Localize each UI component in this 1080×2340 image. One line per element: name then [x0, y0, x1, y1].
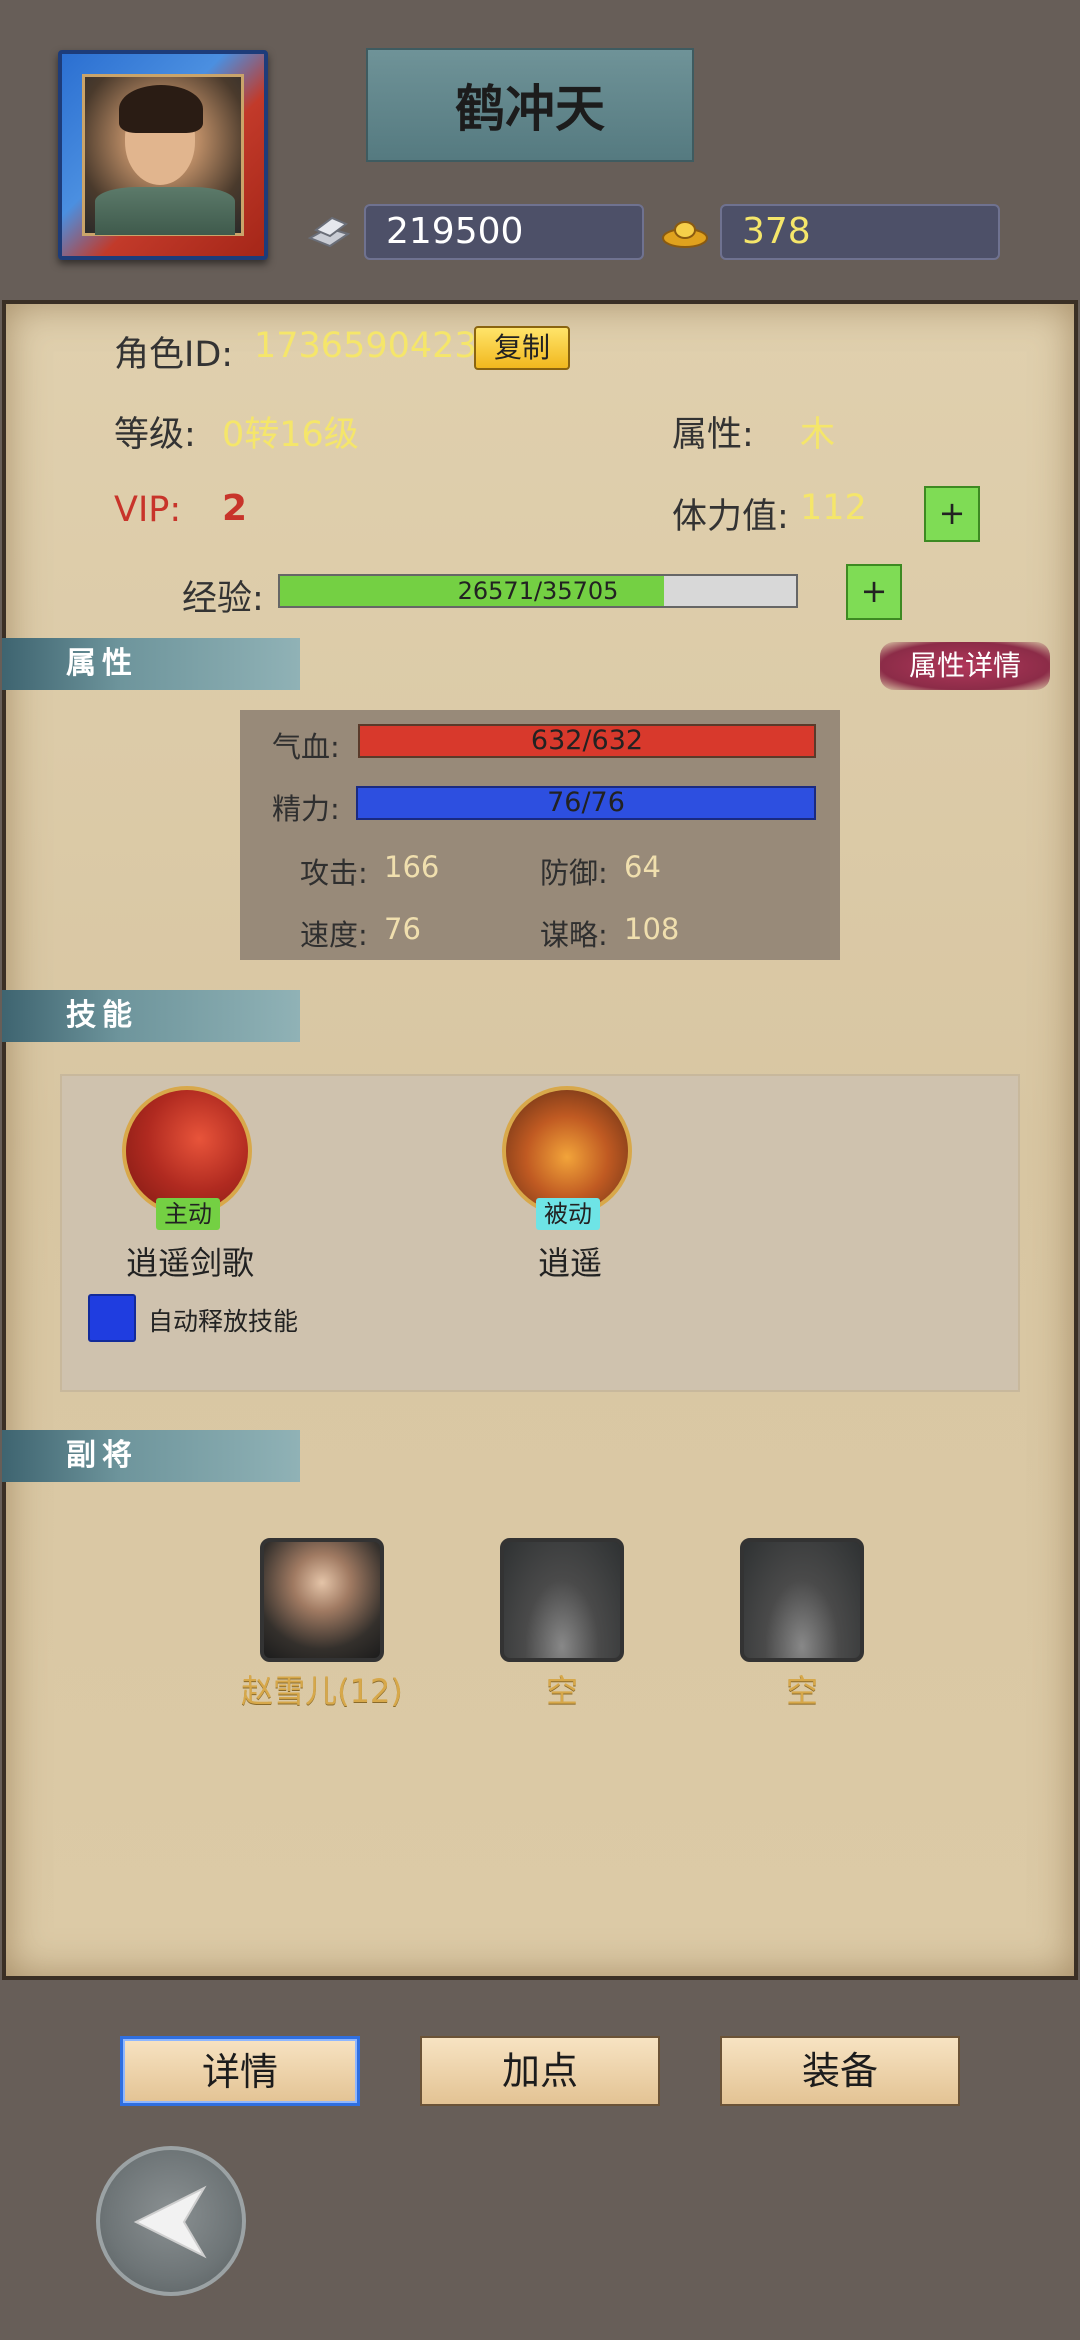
attack-value: 166	[384, 850, 440, 884]
hp-label: 气血:	[272, 730, 340, 764]
vip-label: VIP:	[114, 490, 182, 530]
add-exp-button[interactable]: +	[846, 564, 902, 620]
level-label: 等级:	[114, 415, 196, 455]
level-value: 0转16级	[222, 415, 359, 455]
gold-amount: 378	[720, 204, 1000, 260]
attack-label: 攻击:	[300, 856, 368, 890]
strategy-label: 谋略:	[540, 918, 608, 952]
element-label: 属性:	[672, 415, 754, 455]
tab-equipment[interactable]: 装备	[720, 2036, 960, 2106]
add-stamina-button[interactable]: +	[924, 486, 980, 542]
strategy-value: 108	[624, 912, 680, 946]
deputy-slot-1[interactable]	[260, 1538, 384, 1662]
skill-type-active-tag: 主动	[156, 1198, 220, 1230]
exp-bar: 26571/35705	[278, 574, 798, 608]
player-name: 鹤冲天	[366, 48, 694, 162]
role-id-label: 角色ID:	[114, 335, 234, 375]
defense-label: 防御:	[540, 856, 608, 890]
gold-ingot-icon	[662, 221, 708, 248]
mp-label: 精力:	[272, 792, 340, 826]
skills-section-title: 技能	[2, 990, 300, 1042]
auto-cast-checkbox[interactable]	[88, 1294, 136, 1342]
player-avatar[interactable]	[58, 50, 268, 260]
stamina-value: 112	[800, 488, 867, 528]
mp-bar: 76/76	[356, 786, 816, 820]
tab-details[interactable]: 详情	[120, 2036, 360, 2106]
skill-name: 逍遥剑歌	[125, 1244, 254, 1282]
attribute-details-button[interactable]: 属性详情	[880, 642, 1050, 690]
speed-value: 76	[384, 912, 421, 946]
back-button[interactable]	[96, 2146, 246, 2296]
deputy-slot-2[interactable]	[500, 1538, 624, 1662]
deputies-section-title: 副将	[2, 1430, 300, 1482]
silver-amount: 219500	[364, 204, 644, 260]
exp-bar-text: 26571/35705	[457, 577, 619, 605]
hp-bar: 632/632	[358, 724, 816, 758]
defense-value: 64	[624, 850, 661, 884]
passive-skill-icon[interactable]	[502, 1086, 632, 1216]
deputy-slot-3[interactable]	[740, 1538, 864, 1662]
tab-add-points[interactable]: 加点	[420, 2036, 660, 2106]
stamina-label: 体力值:	[672, 497, 789, 537]
back-arrow-icon	[133, 2185, 207, 2259]
auto-cast-label: 自动释放技能	[148, 1307, 299, 1336]
speed-label: 速度:	[300, 918, 368, 952]
attributes-section-title: 属性	[2, 638, 300, 690]
role-id-value: 1736590423	[254, 326, 477, 366]
avatar-portrait	[82, 74, 244, 236]
skill-type-passive-tag: 被动	[536, 1198, 600, 1230]
deputy-name: 赵雪儿(12)	[241, 1672, 403, 1710]
deputy-name: 空	[785, 1672, 818, 1710]
element-value: 木	[800, 415, 836, 455]
deputy-name: 空	[545, 1672, 578, 1710]
silver-ingot-icon	[307, 216, 351, 248]
vip-value: 2	[222, 488, 248, 529]
sword-skill-icon[interactable]	[122, 1086, 252, 1216]
exp-label: 经验:	[182, 579, 264, 619]
skill-name: 逍遥	[537, 1244, 602, 1282]
copy-id-button[interactable]: 复制	[474, 326, 570, 370]
